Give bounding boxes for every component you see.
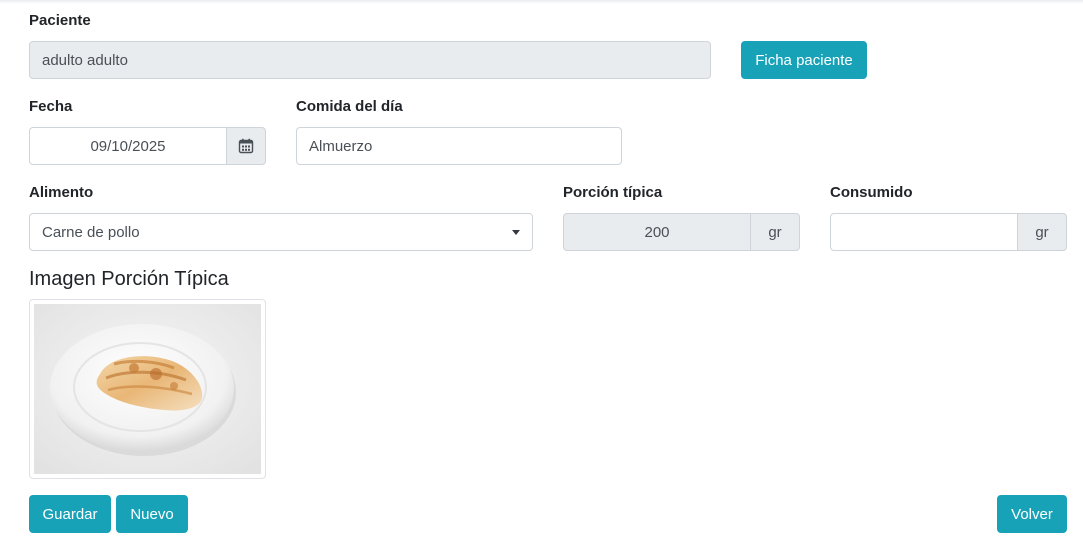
date-label: Fecha (29, 98, 73, 115)
save-button[interactable]: Guardar (29, 495, 111, 533)
meal-value: Almuerzo (309, 137, 373, 155)
chicken-plate-image (34, 304, 261, 474)
consumed-label: Consumido (830, 184, 913, 201)
consumed-unit: gr (1017, 213, 1067, 251)
food-label: Alimento (29, 184, 94, 201)
meal-input[interactable]: Almuerzo (296, 127, 622, 165)
food-selected-value: Carne de pollo (42, 223, 140, 241)
typical-portion-unit: gr (750, 213, 800, 251)
patient-value: adulto adulto (42, 51, 128, 69)
meal-label: Comida del día (296, 98, 403, 115)
typical-portion-value: 200 (644, 223, 670, 241)
patient-sheet-button[interactable]: Ficha paciente (741, 41, 867, 79)
calendar-icon (238, 138, 254, 154)
caret-down-icon (512, 229, 520, 235)
portion-image-thumbnail (29, 299, 266, 479)
image-section-title: Imagen Porción Típica (29, 268, 229, 290)
top-shadow (0, 0, 1083, 4)
consumed-input[interactable] (830, 213, 1018, 251)
patient-label: Paciente (29, 12, 91, 29)
patient-field: adulto adulto (29, 41, 711, 79)
calendar-button[interactable] (226, 127, 266, 165)
date-input[interactable]: 09/10/2025 (29, 127, 227, 165)
new-button[interactable]: Nuevo (116, 495, 188, 533)
food-select[interactable]: Carne de pollo (29, 213, 533, 251)
typical-portion-label: Porción típica (563, 184, 663, 201)
date-value: 09/10/2025 (90, 137, 166, 155)
back-button[interactable]: Volver (997, 495, 1067, 533)
typical-portion-field: 200 (563, 213, 751, 251)
